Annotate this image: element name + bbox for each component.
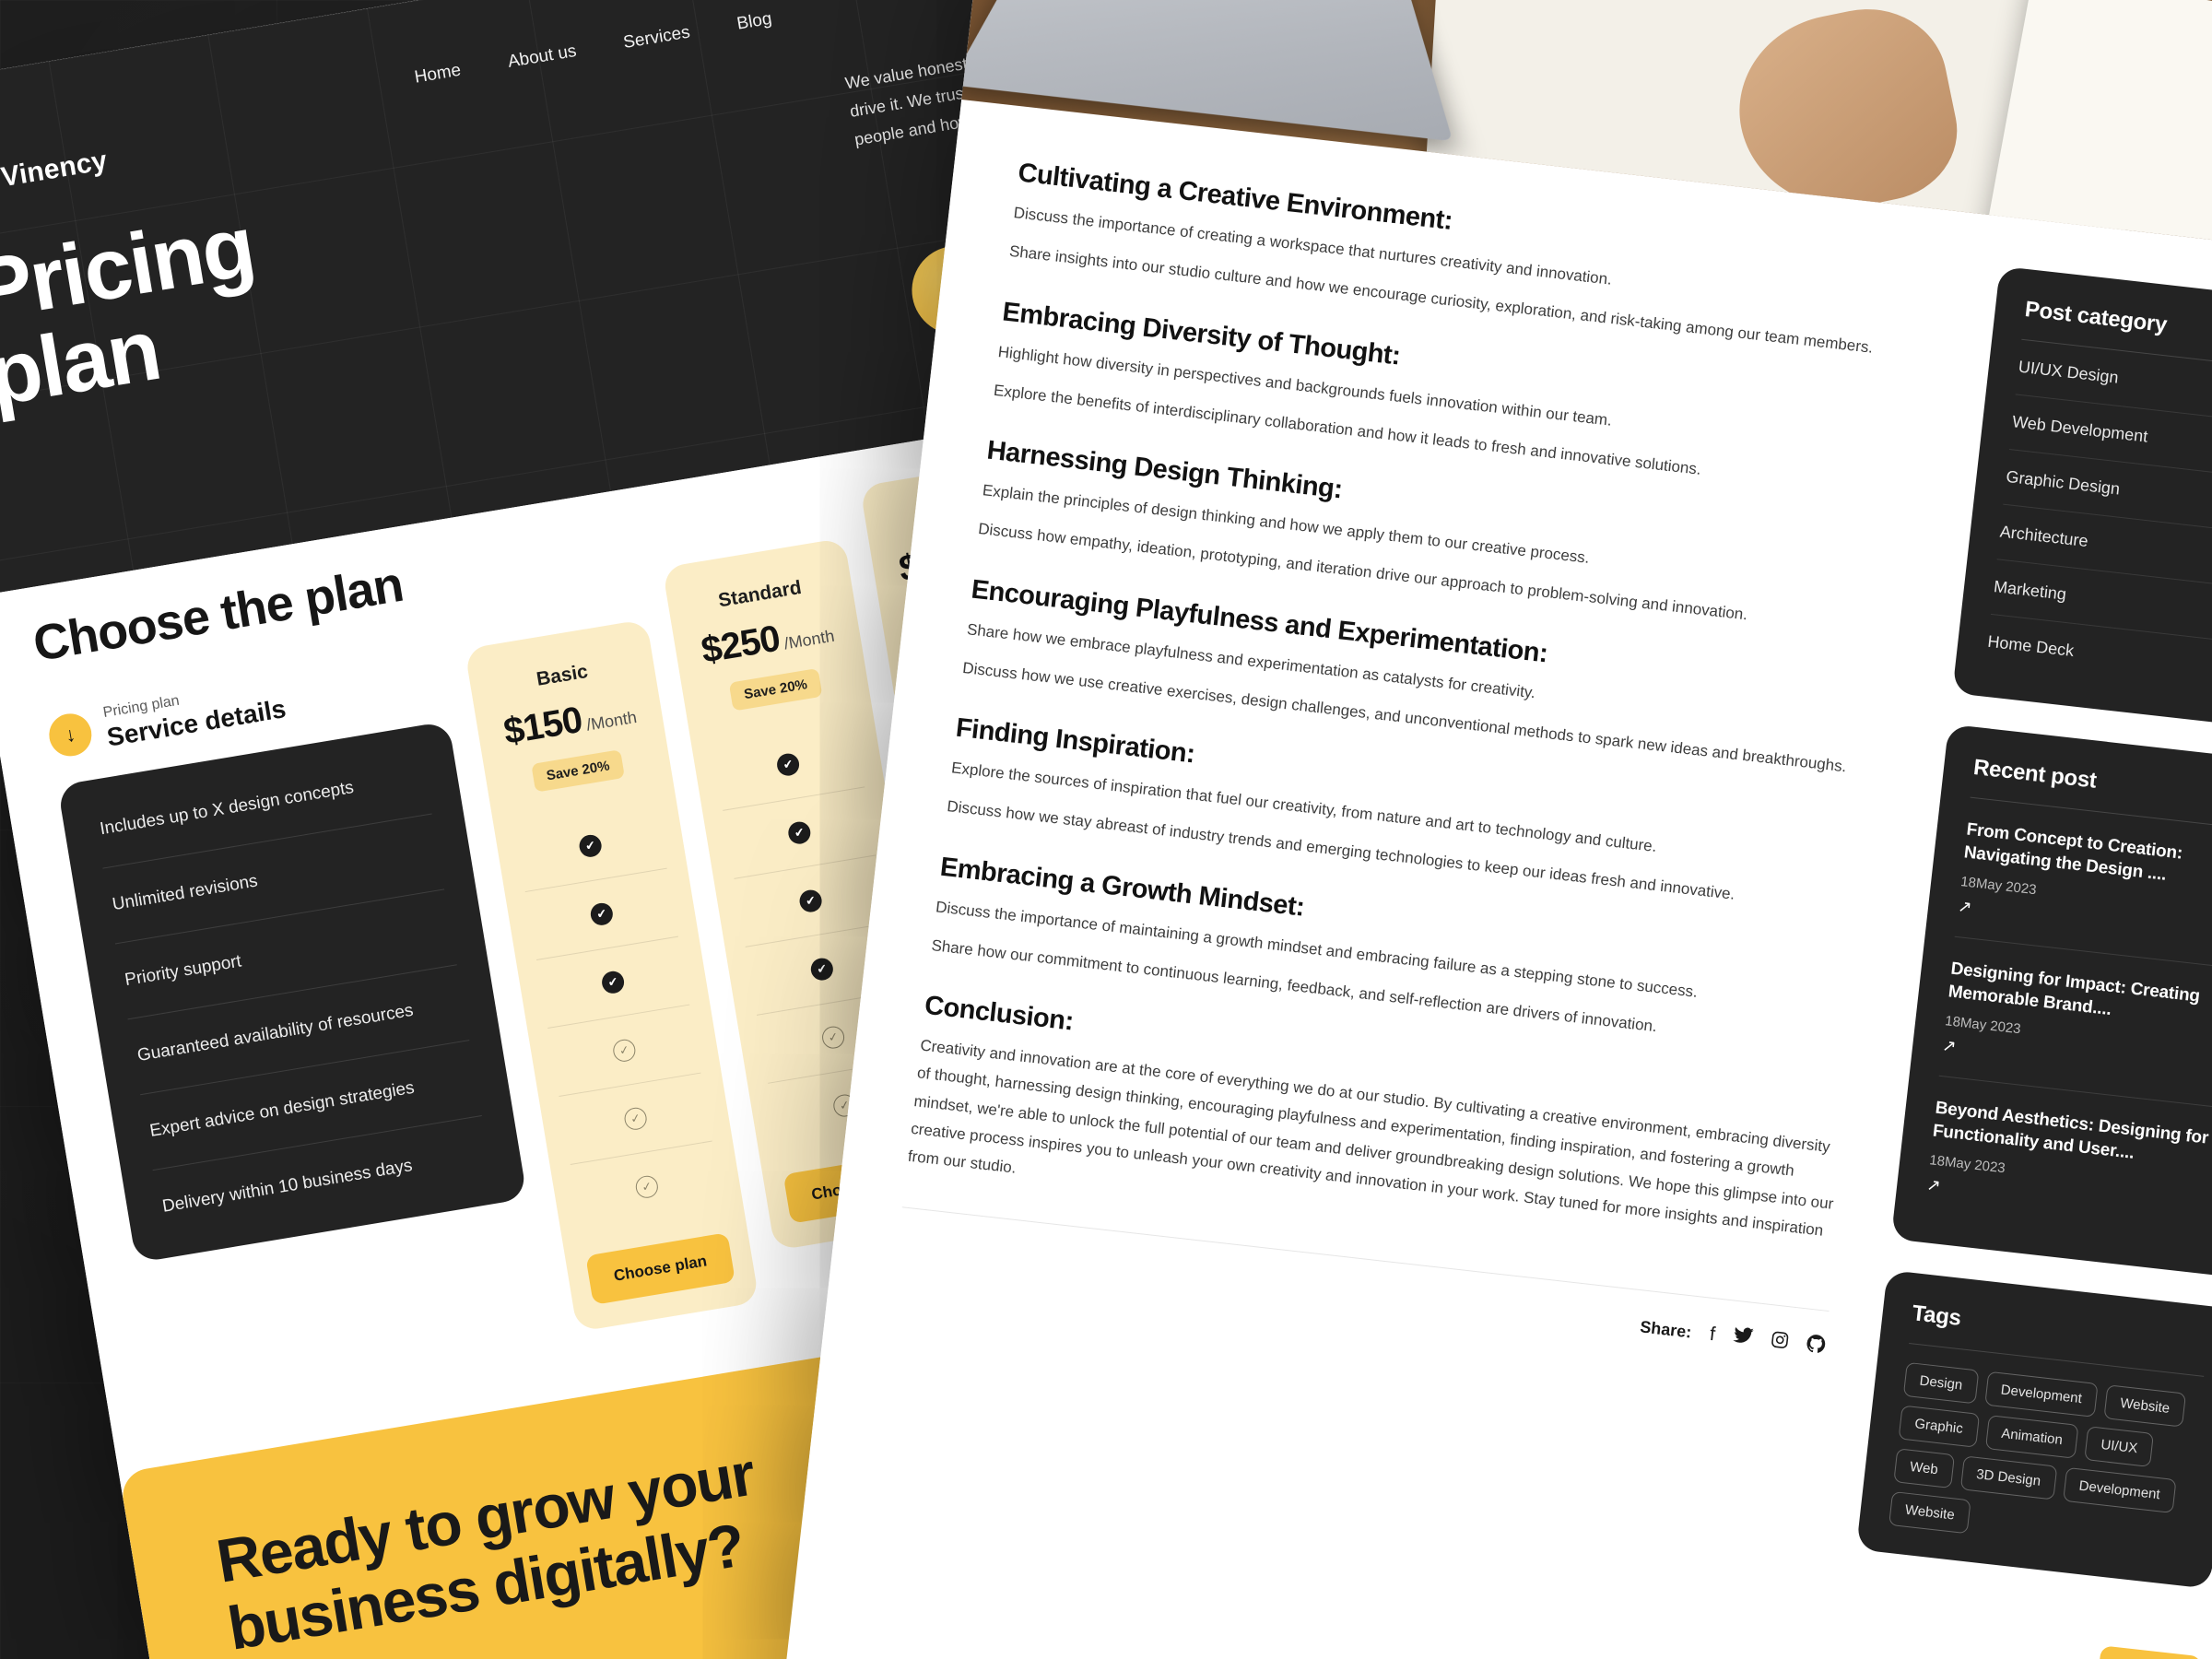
check-icon: ✔ <box>589 901 615 927</box>
check-icon: ✔ <box>775 751 801 778</box>
check-icon: ✔ <box>577 833 604 859</box>
facebook-icon[interactable]: f <box>1709 1324 1716 1347</box>
tag-chip[interactable]: Design <box>1902 1361 1980 1405</box>
tag-chip[interactable]: Web <box>1893 1447 1955 1488</box>
article-body: Cultivating a Creative Environment: Disc… <box>804 99 1997 1617</box>
check-icon: ✔ <box>600 970 626 995</box>
nav-item-blog[interactable]: Blog <box>735 9 773 35</box>
instagram-icon[interactable] <box>1770 1330 1790 1355</box>
twitter-icon[interactable] <box>1732 1326 1754 1350</box>
tags-list: Design Development Website Graphic Anima… <box>1888 1344 2204 1559</box>
share-label: Share: <box>1639 1317 1693 1342</box>
plan-price-row: $250 /Month <box>693 608 841 673</box>
category-label: Graphic Design <box>2005 466 2122 499</box>
tag-chip[interactable]: Development <box>1983 1371 2099 1418</box>
plan-name: Basic <box>535 660 590 690</box>
tag-chip[interactable]: 3D Design <box>1959 1455 2057 1500</box>
nav-item-home[interactable]: Home <box>413 61 463 88</box>
plan-features: ✔ ✔ ✔ ✓ ✓ ✓ <box>513 800 724 1232</box>
recent-post-card: Recent post From Concept to Creation: Na… <box>1890 724 2212 1278</box>
nav-item-services[interactable]: Services <box>622 22 691 53</box>
tags-card: Tags Design Development Website Graphic … <box>1855 1269 2212 1589</box>
blog-content: Cultivating a Creative Environment: Disc… <box>804 99 2212 1659</box>
blog-page-mockup: Cultivating a Creative Environment: Disc… <box>771 0 2212 1659</box>
tag-chip[interactable]: UI/UX <box>2084 1425 2155 1467</box>
check-outline-icon: ✓ <box>634 1173 660 1200</box>
plan-price: $150 <box>500 699 585 753</box>
plan-period: /Month <box>584 707 639 735</box>
check-icon: ✔ <box>797 888 824 914</box>
category-label: Marketing <box>1993 577 2067 604</box>
post-category-card: Post category UI/UX Design (24) Web Deve… <box>1952 265 2212 733</box>
screenshot-stage: Vinency Home About us Services Blog Cont… <box>0 0 2212 1659</box>
nav-item-about-us[interactable]: About us <box>507 41 579 73</box>
github-icon[interactable] <box>1806 1334 1827 1359</box>
arrow-up-right-icon[interactable]: ↗ <box>1957 897 1972 918</box>
arrow-up-right-icon[interactable]: ↗ <box>1925 1175 1941 1196</box>
arrow-down-icon: ↓ <box>45 710 95 759</box>
recent-post-item[interactable]: Beyond Aesthetics: Designing for Functio… <box>1924 1077 2212 1248</box>
tag-chip[interactable]: Website <box>2103 1383 2187 1428</box>
choose-plan-button[interactable]: Choose plan <box>585 1232 735 1305</box>
check-outline-icon: ✓ <box>611 1038 638 1064</box>
category-label: Architecture <box>1998 522 2089 551</box>
plan-period: /Month <box>782 626 836 653</box>
plan-price: $250 <box>698 618 782 671</box>
plan-save-badge: Save 20% <box>729 667 823 712</box>
tag-chip[interactable]: Animation <box>1984 1414 2079 1459</box>
check-outline-icon: ✓ <box>820 1024 846 1051</box>
check-icon: ✔ <box>809 956 835 982</box>
service-details-list: Includes up to X design concepts Unlimit… <box>57 721 528 1264</box>
tag-chip[interactable]: Website <box>1888 1490 1971 1535</box>
check-outline-icon: ✓ <box>622 1105 649 1132</box>
category-label: UI/UX Design <box>2017 357 2120 387</box>
service-details-column: ↓ Pricing plan Service details Includes … <box>45 650 528 1264</box>
plan-name: Standard <box>716 576 804 612</box>
category-label: Web Development <box>2011 412 2149 446</box>
tag-chip[interactable]: Development <box>2062 1466 2177 1513</box>
check-icon: ✔ <box>786 819 813 846</box>
plan-save-badge: Save 20% <box>531 749 625 793</box>
arrow-up-right-icon[interactable]: ↗ <box>1941 1036 1957 1057</box>
tag-chip[interactable]: Graphic <box>1898 1405 1980 1448</box>
category-label: Home Deck <box>1986 631 2076 661</box>
plan-price-row: $150 /Month <box>496 689 644 754</box>
cta-title: Ready to grow your business digitally? <box>212 1423 871 1659</box>
